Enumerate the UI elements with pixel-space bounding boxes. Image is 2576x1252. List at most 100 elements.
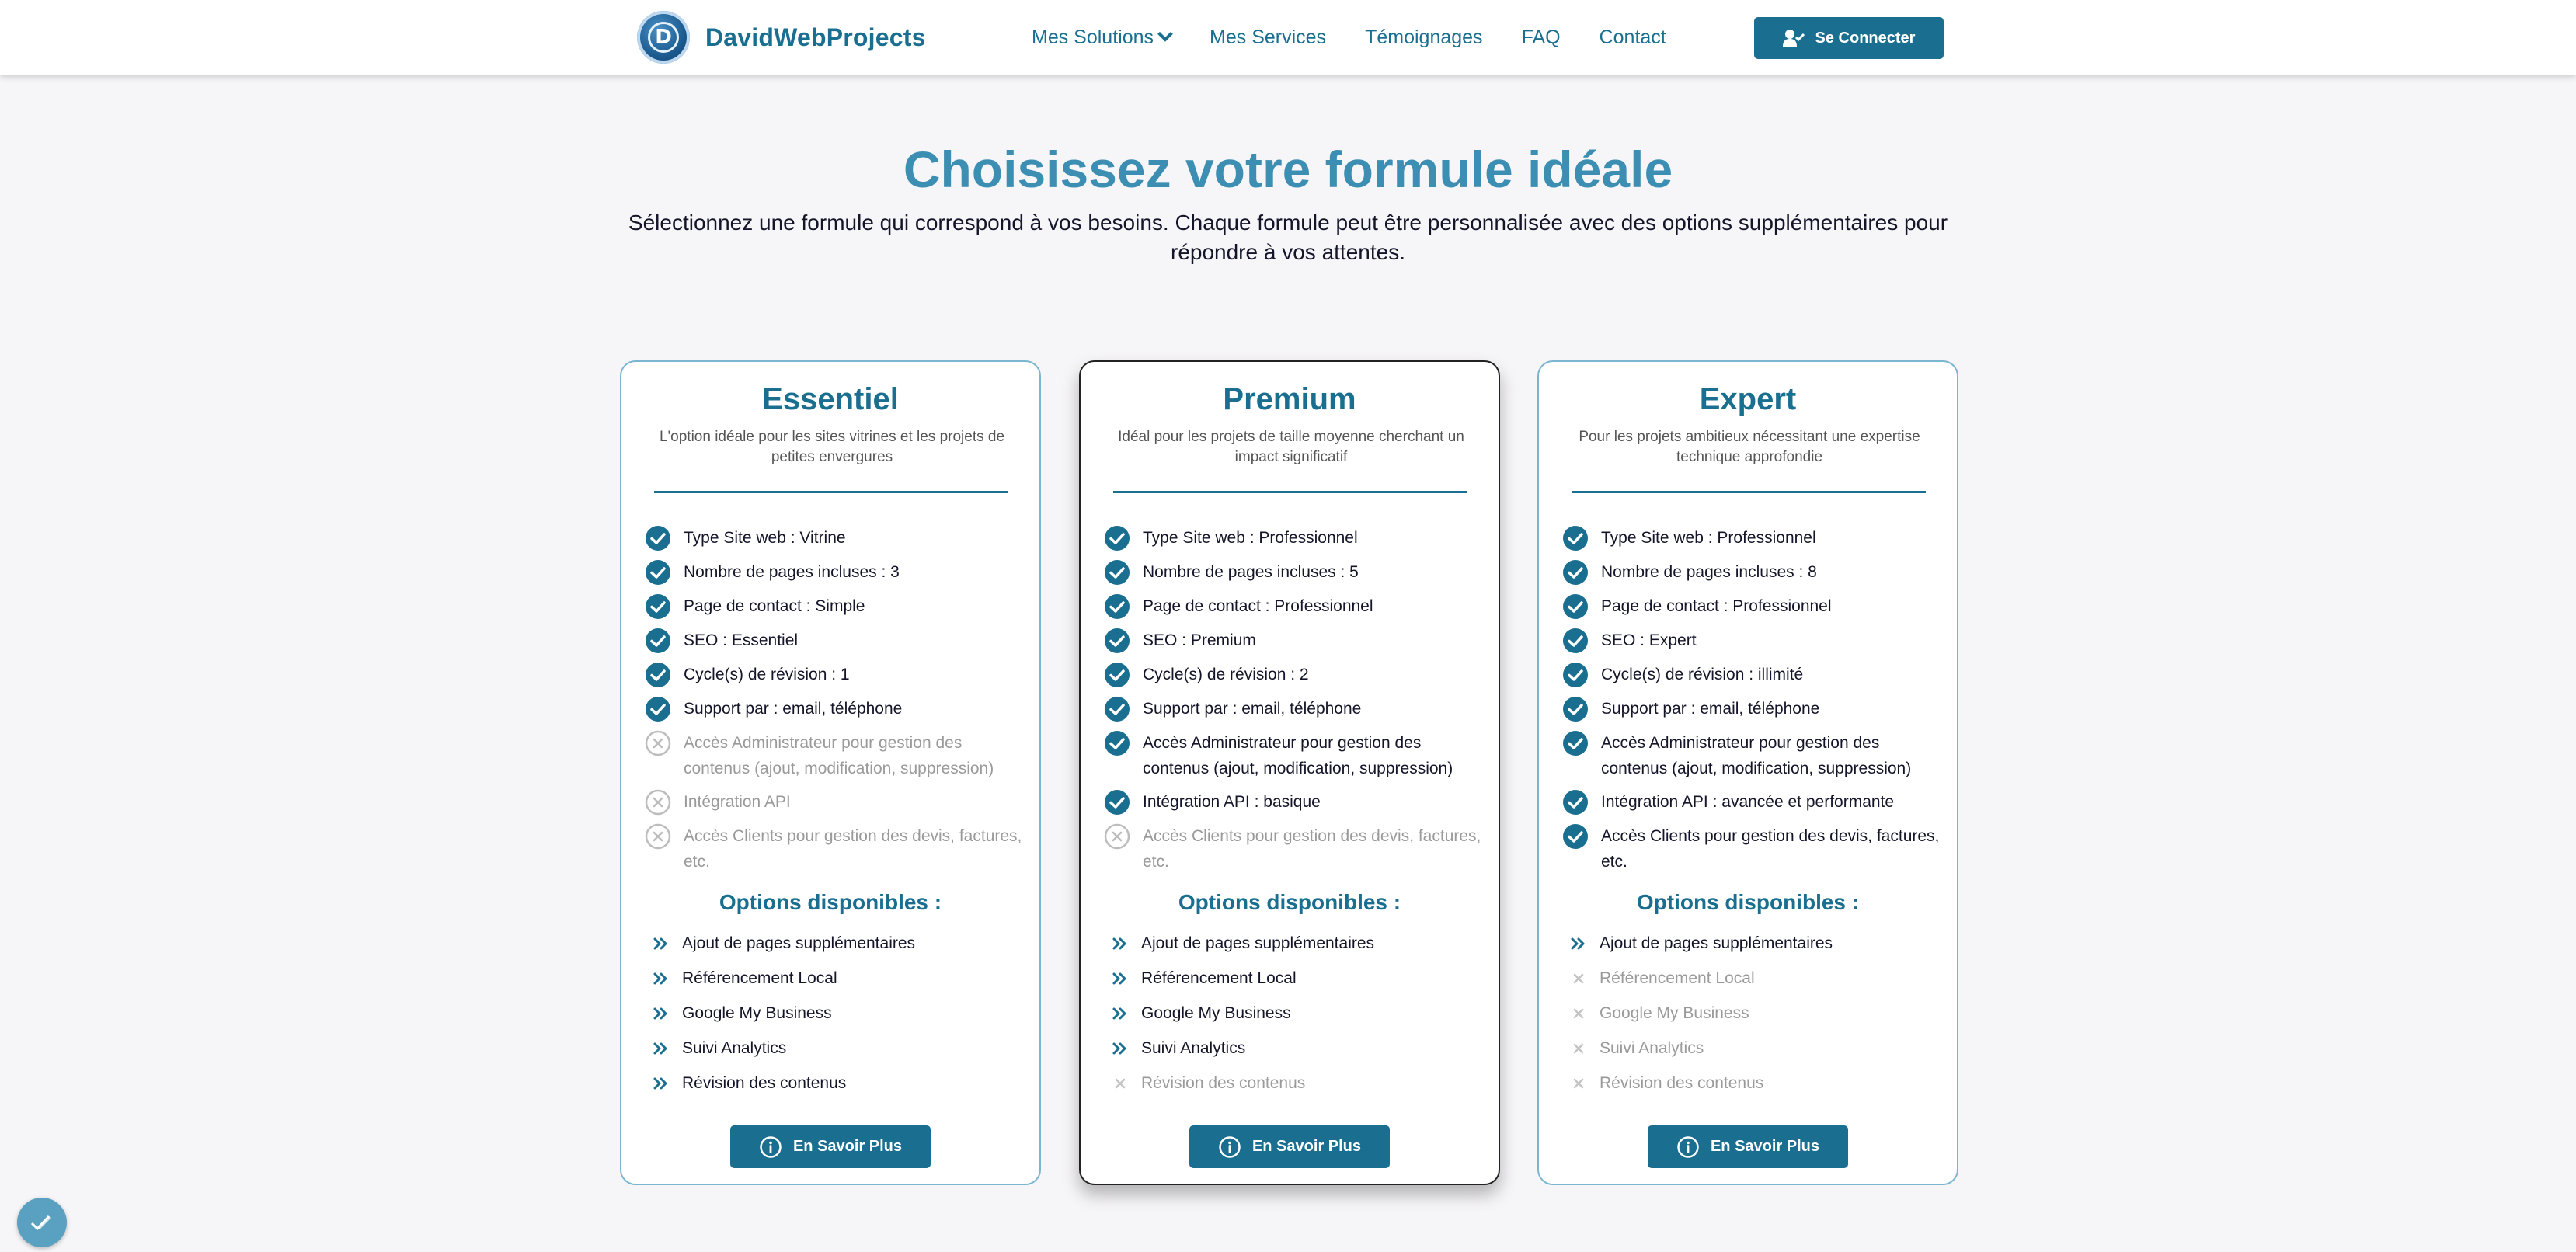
feature-item: Accès Clients pour gestion des devis, fa… [1104,823,1485,875]
divider [1113,491,1467,493]
option-item: Révision des contenus [1570,1066,1935,1101]
learn-more-label: En Savoir Plus [1251,1138,1362,1155]
feature-list: Type Site web : Professionnel Nombre de p… [1104,525,1485,882]
feature-item: Nombre de pages incluses : 8 [1562,559,1943,586]
feature-text: Type Site web : Professionnel [1601,529,1816,547]
double-chevron-right-icon [1112,972,1126,984]
feature-text: SEO : Premium [1143,631,1256,649]
learn-more-button[interactable]: En Savoir Plus [730,1125,931,1168]
x-icon [1573,973,1584,983]
feature-item: Intégration API : basique [1104,789,1485,816]
option-item: Ajout de pages supplémentaires [1112,926,1477,961]
feature-item: Accès Administrateur pour gestion des co… [1562,730,1943,781]
feature-item: Cycle(s) de révision : 2 [1104,662,1485,688]
feature-text: Type Site web : Professionnel [1143,529,1358,547]
options-title: Options disponibles : [1636,890,1860,914]
login-label: Se Connecter [1815,29,1916,47]
x-circle-icon [645,823,671,850]
option-text: Révision des contenus [682,1073,847,1092]
feature-item: Support par : email, téléphone [1562,696,1943,722]
option-item: Révision des contenus [1112,1066,1477,1101]
plan-title: Premium [1223,382,1356,416]
check-circle-icon [646,697,670,722]
feature-text: Support par : email, téléphone [1601,700,1820,718]
feature-text: Page de contact : Simple [684,597,865,615]
nav-faq[interactable]: FAQ [1522,26,1561,49]
login-button[interactable]: Se Connecter [1754,17,1944,59]
nav-contact[interactable]: Contact [1600,26,1666,49]
option-item: Référencement Local [1570,961,1935,996]
learn-more-label: En Savoir Plus [1710,1138,1820,1155]
double-chevron-right-icon [653,1077,667,1089]
page-title: Choisissez votre formule idéale [903,141,1673,198]
feature-text: Accès Clients pour gestion des devis, fa… [1143,827,1481,871]
x-icon [1573,1008,1584,1018]
brand-name: DavidWebProjects [705,23,926,51]
feature-text: Accès Clients pour gestion des devis, fa… [684,827,1022,871]
nav-solutions-label: Mes Solutions [1032,26,1154,48]
nav-solutions[interactable]: Mes Solutions [1032,26,1173,49]
check-circle-icon [1563,790,1588,815]
check-circle-icon [1563,663,1588,687]
nav-services[interactable]: Mes Services [1210,26,1326,49]
feature-text: Cycle(s) de révision : 2 [1143,666,1309,683]
feature-item: Support par : email, téléphone [645,696,1025,722]
feature-text: Cycle(s) de révision : illimité [1601,666,1804,683]
check-circle-icon [646,628,670,653]
page-subtitle: Sélectionnez une formule qui correspond … [628,210,1948,264]
double-chevron-right-icon [1112,1007,1126,1019]
option-item: Google My Business [1570,996,1935,1031]
feature-text: Intégration API : avancée et performante [1601,793,1895,811]
option-text: Référencement Local [682,969,837,987]
option-item: Révision des contenus [653,1066,1018,1101]
option-text: Ajout de pages supplémentaires [682,934,916,952]
site-header: D DavidWebProjects Mes Solutions Mes Ser… [0,0,2576,75]
learn-more-button[interactable]: En Savoir Plus [1189,1125,1390,1168]
brand-link[interactable]: D DavidWebProjects [637,11,926,64]
option-item: Google My Business [1112,996,1477,1031]
pricing-card-essentiel: Essentiel L'option idéale pour les sites … [620,360,1041,1185]
main-nav: Mes Solutions Mes Services Témoignages F… [1032,0,1705,75]
feature-text: Accès Administrateur pour gestion des co… [1601,734,1912,777]
plan-title: Essentiel [762,382,899,416]
feature-text: Page de contact : Professionnel [1143,597,1373,615]
option-item: Suivi Analytics [1570,1031,1935,1066]
feature-text: Accès Clients pour gestion des devis, fa… [1601,827,1940,871]
pricing-card-expert: Expert Pour les projets ambitieux nécessi… [1537,360,1958,1185]
feature-text: SEO : Expert [1601,631,1697,649]
options-title: Options disponibles : [719,890,942,914]
nav-testimonials[interactable]: Témoignages [1365,26,1482,49]
chevron-down-icon [1157,26,1173,42]
feature-item: Intégration API [645,789,1025,816]
option-item: Ajout de pages supplémentaires [653,926,1018,961]
feature-text: Nombre de pages incluses : 3 [684,563,900,581]
options-list: Ajout de pages supplémentaires Référencem… [1570,926,1935,1101]
x-icon [1573,1078,1584,1088]
feature-item: Cycle(s) de révision : illimité [1562,662,1943,688]
feature-item: Intégration API : avancée et performante [1562,789,1943,816]
floating-widget-button[interactable] [17,1198,67,1247]
info-icon [1219,1135,1241,1158]
check-circle-icon [1105,697,1130,722]
option-item: Référencement Local [1112,961,1477,996]
check-circle-icon [1105,594,1130,619]
feature-item: Cycle(s) de révision : 1 [645,662,1025,688]
learn-more-button[interactable]: En Savoir Plus [1648,1125,1848,1168]
feature-text: Nombre de pages incluses : 8 [1601,563,1817,581]
feature-list: Type Site web : Professionnel Nombre de p… [1562,525,1943,882]
check-circle-icon [1105,628,1130,653]
check-circle-icon [1105,560,1130,585]
double-chevron-right-icon [653,937,667,949]
x-icon [1573,1043,1584,1053]
check-circle-icon [1105,731,1130,756]
feature-item: Page de contact : Professionnel [1562,593,1943,620]
double-chevron-right-icon [1112,1042,1126,1054]
feature-item: Type Site web : Professionnel [1104,525,1485,551]
double-chevron-right-icon [653,972,667,984]
info-icon [760,1135,782,1158]
option-text: Ajout de pages supplémentaires [1141,934,1375,952]
feature-item: Nombre de pages incluses : 5 [1104,559,1485,586]
x-icon [1115,1078,1126,1088]
option-text: Révision des contenus [1141,1073,1306,1092]
option-text: Ajout de pages supplémentaires [1600,934,1833,952]
